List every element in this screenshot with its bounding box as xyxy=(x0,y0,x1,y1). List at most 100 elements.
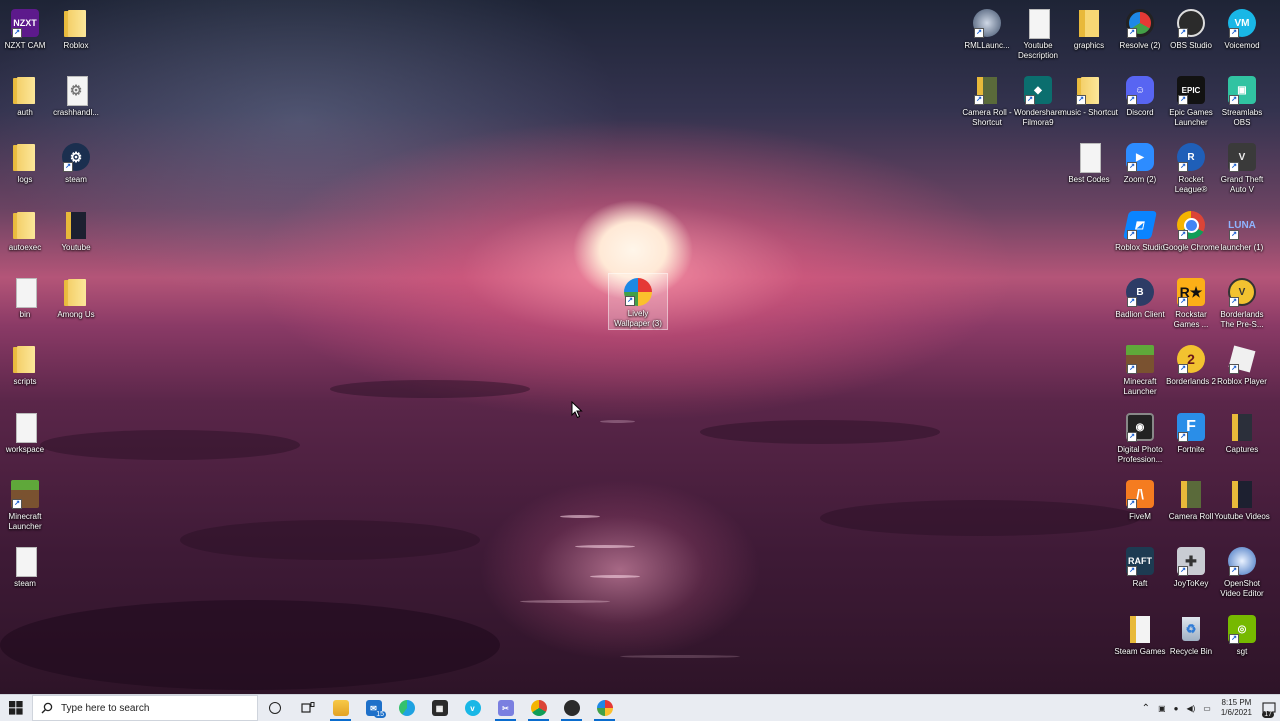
desktop-icon-music-shortcut[interactable]: ↗ music - Shortcut xyxy=(1060,71,1118,135)
desktop-icon-joytokey[interactable]: ✚ ↗ JoyToKey xyxy=(1162,542,1220,606)
taskbar-edge[interactable] xyxy=(390,695,423,721)
taskbar-obs[interactable] xyxy=(555,695,588,721)
task-view-button[interactable] xyxy=(291,695,324,721)
digital-photo-icon: ◉ ↗ xyxy=(1125,412,1155,442)
desktop-icon-gta-v[interactable]: V ↗ Grand Theft Auto V xyxy=(1213,138,1271,202)
notification-center-button[interactable]: 17 xyxy=(1258,695,1280,721)
wave-shadow xyxy=(180,520,480,560)
desktop-icon-roblox-player[interactable]: ↗ Roblox Player xyxy=(1213,340,1271,404)
desktop-icon-nzxt-cam[interactable]: NZXT ↗ NZXT CAM xyxy=(0,4,54,68)
desktop-icon-roblox-folder[interactable]: Roblox xyxy=(47,4,105,68)
folder-icon xyxy=(10,344,40,374)
document-icon xyxy=(1023,8,1053,39)
desktop-icon-graphics[interactable]: graphics xyxy=(1060,4,1118,68)
taskbar-file-explorer[interactable] xyxy=(324,695,357,721)
desktop-icon-filmora[interactable]: ◆ ↗ Wondershare Filmora9 xyxy=(1009,71,1067,135)
desktop-icon-fortnite[interactable]: F ↗ Fortnite xyxy=(1162,408,1220,472)
taskbar-clock[interactable]: 8:15 PM 1/6/2021 xyxy=(1221,698,1252,718)
desktop-icon-best-codes[interactable]: Best Codes xyxy=(1060,138,1118,202)
folder-icon xyxy=(61,210,91,240)
taskbar-search-box[interactable]: Type here to search xyxy=(32,695,258,721)
taskbar: Type here to search ✉ 15 ▦ v ✂ ⌃ ▣ ● ◀) xyxy=(0,694,1280,721)
desktop-icon-google-chrome[interactable]: ↗ Google Chrome xyxy=(1162,206,1220,270)
clock-time: 8:15 PM xyxy=(1221,698,1252,707)
desktop-icon-digital-photo-professional[interactable]: ◉ ↗ Digital Photo Profession... xyxy=(1111,408,1169,472)
taskbar-lively-wallpaper[interactable] xyxy=(588,695,621,721)
minecraft-icon: ↗ xyxy=(1125,344,1155,374)
icon-label: FiveM xyxy=(1129,512,1151,521)
keyboard-icon[interactable]: ▭ xyxy=(1203,704,1211,713)
chevron-up-icon[interactable]: ⌃ xyxy=(1142,703,1150,714)
desktop-icon-auth[interactable]: auth xyxy=(0,71,54,135)
desktop-icon-borderlands-2[interactable]: 2 ↗ Borderlands 2 xyxy=(1162,340,1220,404)
edge-icon xyxy=(398,700,415,716)
zoom-icon: ▶ ↗ xyxy=(1125,142,1155,172)
desktop-icon-discord[interactable]: ☺ ↗ Discord xyxy=(1111,71,1169,135)
roblox-studio-icon: ◩ ↗ xyxy=(1123,210,1157,240)
desktop-icon-openshot[interactable]: ↗ OpenShot Video Editor xyxy=(1213,542,1271,606)
desktop-icon-raft[interactable]: RAFT ↗ Raft xyxy=(1111,542,1169,606)
desktop-icon-roblox-studio[interactable]: ◩ ↗ Roblox Studio xyxy=(1111,206,1169,270)
desktop-icon-sgt[interactable]: ◎ ↗ sgt xyxy=(1213,610,1271,674)
desktop-icon-minecraft-launcher-2[interactable]: ↗ Minecraft Launcher xyxy=(1111,340,1169,404)
icon-label: NZXT CAM xyxy=(4,41,46,50)
desktop-icon-fivem[interactable]: /\ ↗ FiveM xyxy=(1111,475,1169,539)
desktop-icon-rockstar-games[interactable]: R★ ↗ Rockstar Games ... xyxy=(1162,273,1220,337)
desktop-icon-logs[interactable]: logs xyxy=(0,138,54,202)
taskbar-chrome[interactable] xyxy=(522,695,555,721)
start-button[interactable] xyxy=(0,695,32,721)
desktop-icon-lively-wallpaper[interactable]: ↗ Lively Wallpaper (3) xyxy=(608,273,668,330)
icon-label: Minecraft Launcher xyxy=(1123,377,1157,396)
water-glint xyxy=(520,600,610,603)
desktop-icon-youtube-folder[interactable]: Youtube xyxy=(47,206,105,270)
volume-icon[interactable]: ◀) xyxy=(1186,704,1195,713)
taskbar-voicemod[interactable]: v xyxy=(456,695,489,721)
desktop-icon-zoom[interactable]: ▶ ↗ Zoom (2) xyxy=(1111,138,1169,202)
desktop-icon-badlion-client[interactable]: B ↗ Badlion Client xyxy=(1111,273,1169,337)
desktop-icon-epic-games[interactable]: EPIC ↗ Epic Games Launcher xyxy=(1162,71,1220,135)
desktop-icon-resolve[interactable]: ↗ Resolve (2) xyxy=(1111,4,1169,68)
desktop-icon-steam-games[interactable]: Steam Games xyxy=(1111,610,1169,674)
icon-label: Badlion Client xyxy=(1115,310,1165,319)
desktop-icon-captures[interactable]: Captures xyxy=(1213,408,1271,472)
desktop-icon-autoexec[interactable]: autoexec xyxy=(0,206,54,270)
desktop-icon-bin[interactable]: bin xyxy=(0,273,54,337)
desktop-icon-youtube-description[interactable]: Youtube Description xyxy=(1009,4,1067,68)
microphone-icon[interactable]: ● xyxy=(1174,704,1179,713)
icon-label: Zoom (2) xyxy=(1123,175,1157,184)
icon-label: launcher (1) xyxy=(1220,243,1264,252)
streamlabs-icon: ▣ ↗ xyxy=(1227,75,1257,105)
mail-badge: 15 xyxy=(374,711,386,718)
settings-file-icon: ⚙ xyxy=(61,75,91,106)
desktop-icon-scripts[interactable]: scripts xyxy=(0,340,54,404)
desktop-icon-steam-folder[interactable]: steam xyxy=(0,542,54,606)
taskbar-snipping-tool[interactable]: ✂ xyxy=(489,695,522,721)
desktop-icon-camera-roll-shortcut[interactable]: ↗ Camera Roll - Shortcut xyxy=(958,71,1016,135)
desktop-icon-obs-studio[interactable]: ↗ OBS Studio xyxy=(1162,4,1220,68)
desktop-icon-youtube-videos[interactable]: Youtube Videos xyxy=(1213,475,1271,539)
desktop-icon-launcher[interactable]: LUNA ↗ launcher (1) xyxy=(1213,206,1271,270)
cortana-button[interactable] xyxy=(258,695,291,721)
desktop-icon-steam[interactable]: ⚙ ↗ steam xyxy=(47,138,105,202)
taskbar-store[interactable]: ▦ xyxy=(423,695,456,721)
icon-label: auth xyxy=(17,108,33,117)
davinci-resolve-icon: ↗ xyxy=(1125,8,1155,38)
desktop-icon-voicemod[interactable]: VM ↗ Voicemod xyxy=(1213,4,1271,68)
desktop-icon-crashhandler[interactable]: ⚙ crashhandl... xyxy=(47,71,105,135)
icon-label: Youtube Videos xyxy=(1214,512,1270,521)
desktop-icon-rocket-league[interactable]: R ↗ Rocket League® xyxy=(1162,138,1220,202)
desktop-icon-recycle-bin[interactable]: ♻ Recycle Bin xyxy=(1162,610,1220,674)
desktop-icon-minecraft-launcher[interactable]: ↗ Minecraft Launcher xyxy=(0,475,54,539)
network-icon[interactable]: ▣ xyxy=(1158,704,1166,713)
desktop-icon-camera-roll[interactable]: Camera Roll xyxy=(1162,475,1220,539)
folder-icon: ↗ xyxy=(1074,75,1104,105)
icon-label: Rockstar Games ... xyxy=(1173,310,1209,329)
desktop-icon-among-us[interactable]: Among Us xyxy=(47,273,105,337)
obs-icon xyxy=(563,700,580,716)
snipping-icon: ✂ xyxy=(497,700,514,716)
taskbar-mail[interactable]: ✉ 15 xyxy=(357,695,390,721)
desktop-icon-rml-launcher[interactable]: ↗ RMLLaunc... xyxy=(958,4,1016,68)
desktop-icon-streamlabs[interactable]: ▣ ↗ Streamlabs OBS xyxy=(1213,71,1271,135)
desktop-icon-workspace[interactable]: workspace xyxy=(0,408,54,472)
desktop-icon-borderlands-presequel[interactable]: V ↗ Borderlands The Pre-S... xyxy=(1213,273,1271,337)
